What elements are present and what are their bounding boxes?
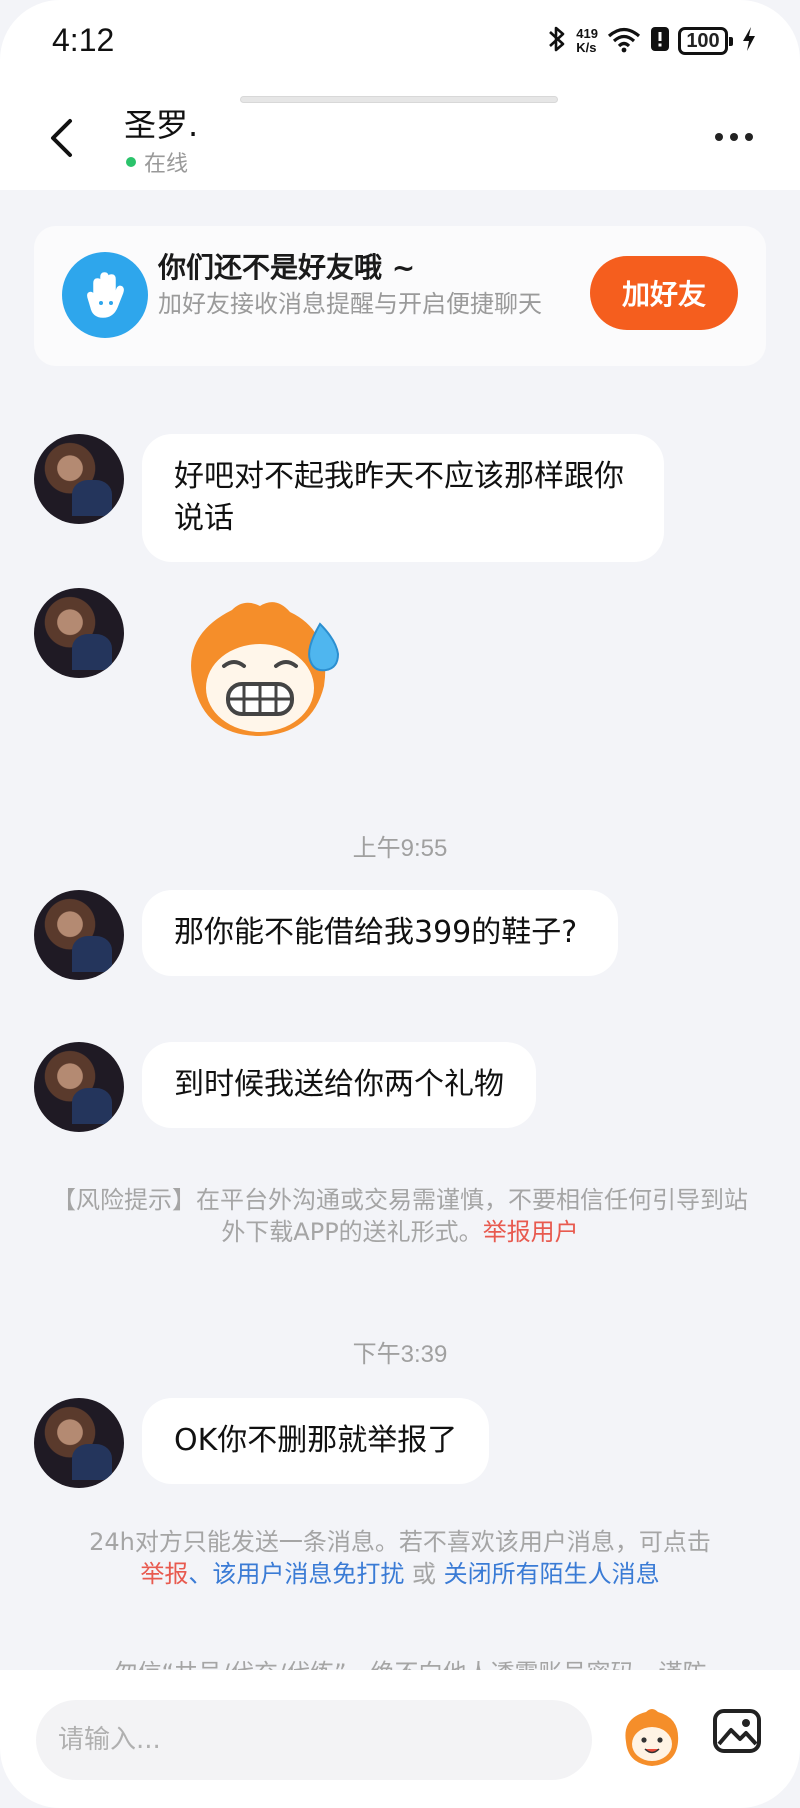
avatar[interactable] xyxy=(34,890,124,980)
avatar[interactable] xyxy=(34,1398,124,1488)
chat-header: 圣罗. 在线 xyxy=(0,86,800,190)
more-options-button[interactable] xyxy=(704,112,764,162)
sticker-message[interactable] xyxy=(172,596,352,746)
online-status: 在线 xyxy=(126,146,188,178)
limit-notice-text: 24h对方只能发送一条消息。若不喜欢该用户消息，可点击 xyxy=(89,1528,711,1556)
add-friend-button[interactable]: 加好友 xyxy=(590,256,738,330)
network-speed: 419 K/s xyxy=(576,27,598,55)
charging-icon xyxy=(742,26,756,56)
message-bubble[interactable]: 好吧对不起我昨天不应该那样跟你说话 xyxy=(142,434,664,562)
battery-indicator: 100 xyxy=(678,27,733,55)
back-button[interactable] xyxy=(36,110,86,166)
avatar[interactable] xyxy=(34,1042,124,1132)
contact-name[interactable]: 圣罗. xyxy=(124,100,198,146)
report-user-link[interactable]: 举报用户 xyxy=(483,1218,579,1246)
more-dot-icon xyxy=(730,133,738,141)
online-status-text: 在线 xyxy=(144,152,189,177)
network-speed-unit: K/s xyxy=(576,40,597,55)
timestamp: 下午3:39 xyxy=(352,1341,448,1368)
timestamp: 上午9:55 xyxy=(352,835,448,862)
mute-user-link[interactable]: 该用户消息免打扰 xyxy=(212,1560,404,1588)
more-dot-icon xyxy=(715,133,723,141)
bluetooth-icon xyxy=(546,24,568,58)
message-bubble[interactable]: OK你不删那就举报了 xyxy=(142,1398,490,1484)
close-stranger-messages-link[interactable]: 关闭所有陌生人消息 xyxy=(444,1560,660,1588)
alert-icon xyxy=(650,26,670,56)
emoji-mascot-icon xyxy=(625,1709,679,1766)
status-time: 4:12 xyxy=(52,22,115,58)
network-speed-value: 419 xyxy=(576,26,598,41)
chat-screen: 4:12 419 K/s 100 圣罗. 在线 你们还不是好友哦 ~ 加好友接收… xyxy=(0,0,800,1808)
status-bar: 4:12 419 K/s 100 xyxy=(0,0,800,86)
message-bubble[interactable]: 那你能不能借给我399的鞋子? xyxy=(142,890,618,976)
report-link[interactable]: 举报 xyxy=(140,1560,188,1588)
or-text: 或 xyxy=(404,1560,444,1588)
add-friend-banner: 你们还不是好友哦 ~ 加好友接收消息提醒与开启便捷聊天 加好友 xyxy=(34,226,766,366)
image-icon xyxy=(713,1709,761,1753)
sweating-face-sticker-icon xyxy=(191,602,340,736)
more-dot-icon xyxy=(745,133,753,141)
chevron-left-icon xyxy=(51,119,72,157)
wifi-icon xyxy=(606,25,642,57)
emoji-button[interactable] xyxy=(618,1704,686,1772)
waving-hand-icon xyxy=(62,252,148,338)
avatar[interactable] xyxy=(34,588,124,678)
image-picker-button[interactable] xyxy=(712,1706,762,1756)
message-limit-notice: 24h对方只能发送一条消息。若不喜欢该用户消息，可点击 举报、该用户消息免打扰 … xyxy=(50,1526,750,1590)
separator-text: 、 xyxy=(188,1560,213,1588)
battery-level: 100 xyxy=(686,29,720,52)
status-icons: 419 K/s 100 xyxy=(546,24,756,58)
risk-notice-text: 【风险提示】在平台外沟通或交易需谨慎，不要相信任何引导到站外下载APP的送礼形式… xyxy=(52,1186,748,1246)
banner-subtitle: 加好友接收消息提醒与开启便捷聊天 xyxy=(158,290,542,318)
drag-handle[interactable] xyxy=(240,96,558,103)
online-dot-icon xyxy=(126,157,136,167)
message-bubble[interactable]: 到时候我送给你两个礼物 xyxy=(142,1042,536,1128)
risk-notice: 【风险提示】在平台外沟通或交易需谨慎，不要相信任何引导到站外下载APP的送礼形式… xyxy=(50,1184,750,1248)
avatar[interactable] xyxy=(34,434,124,524)
input-bar xyxy=(0,1670,800,1808)
banner-title: 你们还不是好友哦 ~ xyxy=(158,251,416,284)
message-input[interactable] xyxy=(36,1700,592,1780)
